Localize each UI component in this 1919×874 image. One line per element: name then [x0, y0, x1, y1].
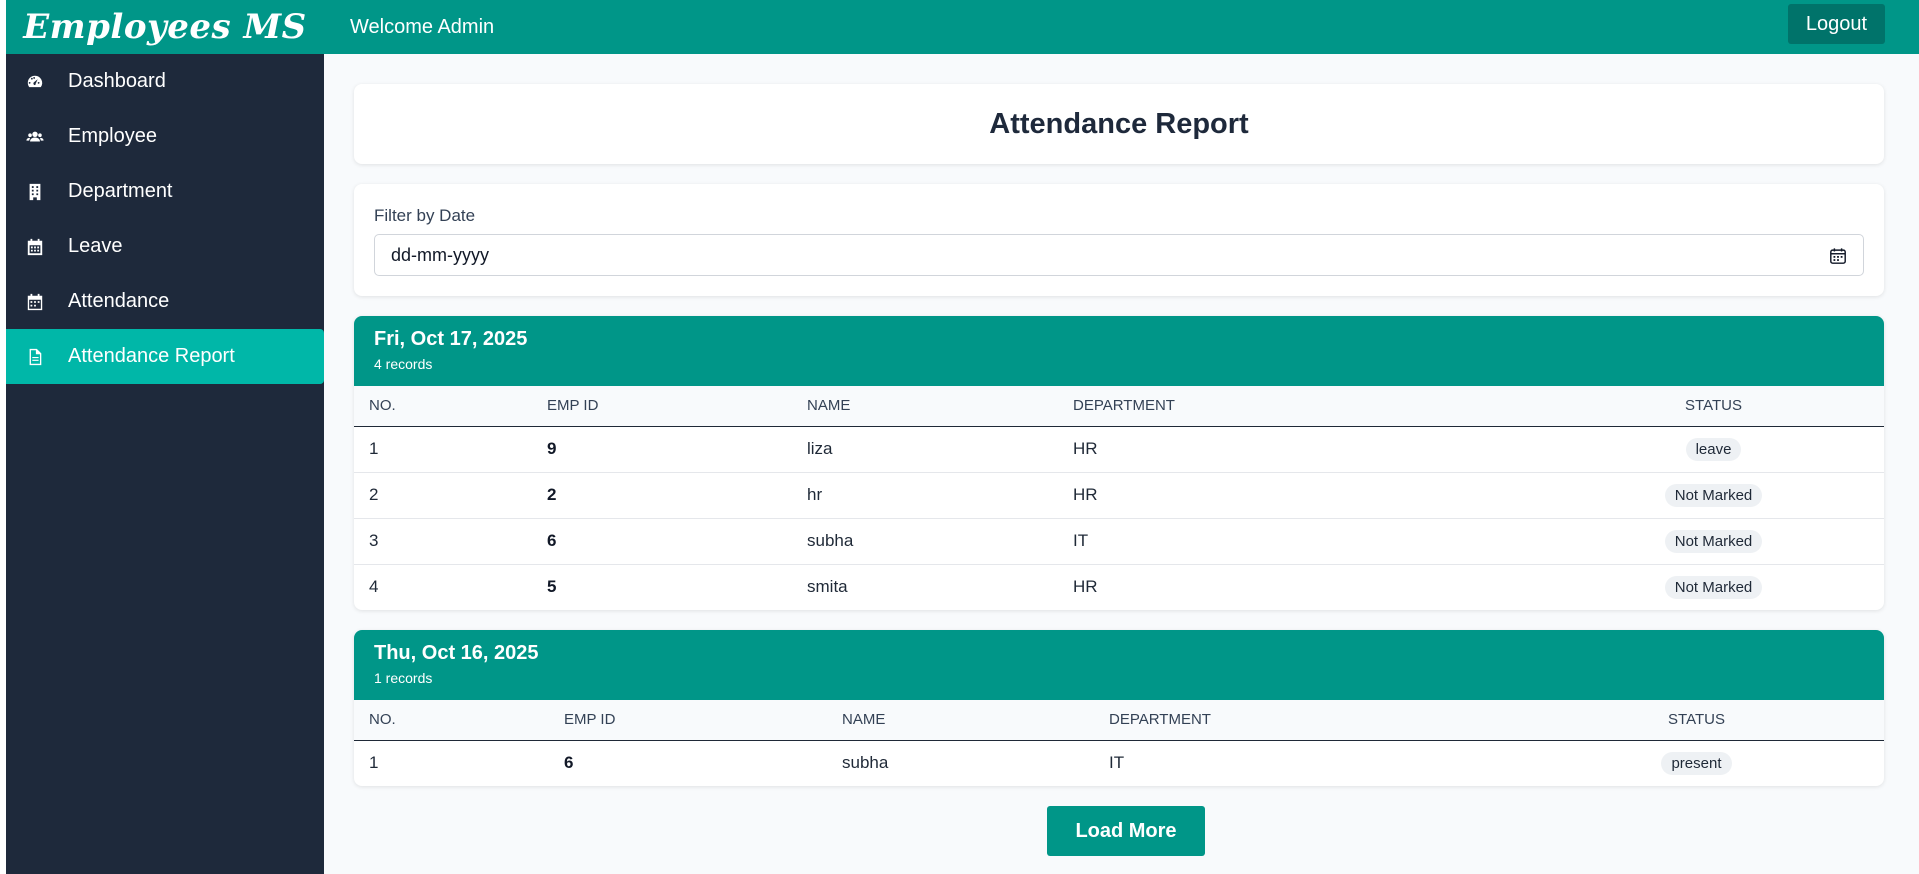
status-badge: leave — [1685, 437, 1742, 461]
sidebar-item-label: Dashboard — [68, 70, 166, 92]
sidebar-item-label: Employee — [68, 125, 157, 147]
table-row: 2 2 hr HR Not Marked — [354, 472, 1884, 518]
cell-name: subha — [807, 531, 854, 550]
group-date: Thu, Oct 16, 2025 — [374, 642, 539, 664]
brand-logo: Employees MS — [23, 7, 307, 47]
cell-emp-id: 6 — [547, 531, 557, 550]
status-badge: Not Marked — [1664, 483, 1763, 507]
sidebar: Dashboard Employee Department Leave Atte… — [6, 54, 324, 874]
top-bar: Employees MS Welcome Admin Logout — [6, 0, 1919, 54]
attendance-group: Fri, Oct 17, 2025 4 records NO. EMP ID N… — [354, 316, 1884, 610]
cell-emp-id: 2 — [547, 485, 557, 504]
title-card: Attendance Report — [354, 84, 1884, 164]
cell-department: HR — [1073, 439, 1098, 458]
cell-status: Not Marked — [1528, 564, 1884, 610]
column-header-no: NO. — [369, 397, 396, 415]
building-icon — [24, 181, 46, 203]
cell-status: Not Marked — [1528, 518, 1884, 564]
cell-status: leave — [1528, 426, 1884, 472]
status-badge: Not Marked — [1664, 529, 1763, 553]
column-header-department: DEPARTMENT — [1109, 711, 1211, 729]
calendar-icon — [24, 291, 46, 313]
column-header-emp-id: EMP ID — [564, 711, 616, 729]
group-header: Fri, Oct 17, 2025 4 records — [354, 316, 1884, 386]
column-header-name: NAME — [842, 711, 886, 729]
cell-no: 3 — [369, 531, 379, 550]
cell-emp-id: 6 — [564, 753, 574, 773]
cell-department: HR — [1073, 577, 1098, 597]
document-icon — [24, 346, 46, 368]
column-header-name: NAME — [807, 397, 851, 415]
sidebar-item-label: Attendance — [68, 290, 170, 312]
sidebar-item-dashboard[interactable]: Dashboard — [6, 54, 324, 109]
sidebar-item-label: Attendance Report — [68, 345, 235, 367]
cell-no: 1 — [369, 439, 379, 458]
table-header-row: NO. EMP ID NAME DEPARTMENT STATUS — [354, 386, 1884, 426]
logout-button[interactable]: Logout — [1787, 4, 1885, 44]
group-record-count: 4 records — [374, 356, 433, 372]
sidebar-item-employee[interactable]: Employee — [6, 109, 324, 164]
cell-no: 1 — [369, 753, 379, 773]
group-date: Fri, Oct 17, 2025 — [374, 328, 528, 350]
group-record-count: 1 records — [374, 670, 433, 686]
table-header-row: NO. EMP ID NAME DEPARTMENT STATUS — [354, 700, 1884, 740]
cell-emp-id: 5 — [547, 577, 557, 597]
status-badge: present — [1661, 751, 1732, 775]
welcome-text: Welcome Admin — [350, 15, 495, 38]
cell-department: IT — [1073, 531, 1089, 550]
status-badge: Not Marked — [1664, 575, 1763, 599]
users-icon — [24, 126, 46, 148]
calendar-picker-icon[interactable] — [1829, 247, 1847, 265]
cell-no: 2 — [369, 485, 379, 504]
sidebar-item-label: Leave — [68, 235, 123, 257]
column-header-no: NO. — [369, 711, 396, 729]
cell-status: Not Marked — [1528, 472, 1884, 518]
sidebar-item-label: Department — [68, 180, 173, 202]
column-header-status: STATUS — [1668, 711, 1725, 729]
column-header-status: STATUS — [1685, 397, 1742, 415]
table-row: 1 9 liza HR leave — [354, 426, 1884, 472]
date-placeholder: dd-mm-yyyy — [391, 244, 489, 265]
cell-department: IT — [1109, 753, 1125, 773]
filter-label: Filter by Date — [374, 206, 476, 225]
cell-status: present — [1494, 740, 1884, 786]
filter-card: Filter by Date dd-mm-yyyy — [354, 184, 1884, 296]
column-header-department: DEPARTMENT — [1073, 397, 1175, 415]
column-header-emp-id: EMP ID — [547, 397, 599, 415]
load-more-button[interactable]: Load More — [1047, 806, 1205, 856]
cell-name: subha — [842, 753, 889, 773]
sidebar-item-attendance[interactable]: Attendance — [6, 274, 324, 329]
calendar-grid-icon — [24, 236, 46, 258]
date-filter-input[interactable]: dd-mm-yyyy — [374, 234, 1864, 276]
cell-department: HR — [1073, 485, 1098, 504]
cell-emp-id: 9 — [547, 439, 557, 458]
attendance-group: Thu, Oct 16, 2025 1 records NO. EMP ID N… — [354, 630, 1884, 786]
page-title: Attendance Report — [989, 107, 1249, 140]
dashboard-gauge-icon — [24, 71, 46, 93]
sidebar-item-department[interactable]: Department — [6, 164, 324, 219]
cell-name: hr — [807, 485, 823, 504]
cell-name: smita — [807, 577, 848, 597]
table-row: 3 6 subha IT Not Marked — [354, 518, 1884, 564]
table-row: 4 5 smita HR Not Marked — [354, 564, 1884, 610]
sidebar-item-attendance-report[interactable]: Attendance Report — [6, 329, 324, 384]
table-row: 1 6 subha IT present — [354, 740, 1884, 786]
main-content: Attendance Report Filter by Date dd-mm-y… — [324, 54, 1919, 874]
cell-no: 4 — [369, 577, 379, 597]
group-header: Thu, Oct 16, 2025 1 records — [354, 630, 1884, 700]
attendance-table: NO. EMP ID NAME DEPARTMENT STATUS 1 6 su… — [354, 700, 1884, 786]
cell-name: liza — [807, 439, 833, 458]
attendance-table: NO. EMP ID NAME DEPARTMENT STATUS 1 9 li… — [354, 386, 1884, 610]
sidebar-item-leave[interactable]: Leave — [6, 219, 324, 274]
app-window: Employees MS Welcome Admin Logout Dashbo… — [6, 0, 1919, 874]
